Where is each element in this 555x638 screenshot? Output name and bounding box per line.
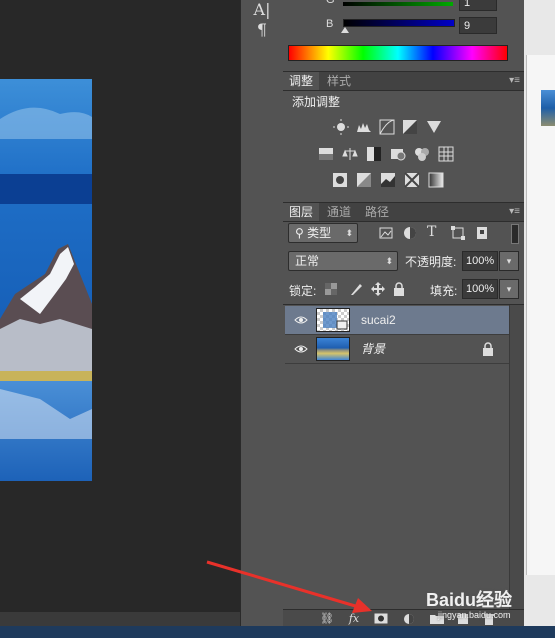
red-arrow-annotation: [206, 560, 372, 613]
watermark-url: jingyan.baidu.com: [438, 610, 511, 620]
baidu-watermark: Baidu经验 jingyan.baidu.com: [426, 586, 512, 620]
watermark-text: Baidu经验: [426, 590, 513, 610]
